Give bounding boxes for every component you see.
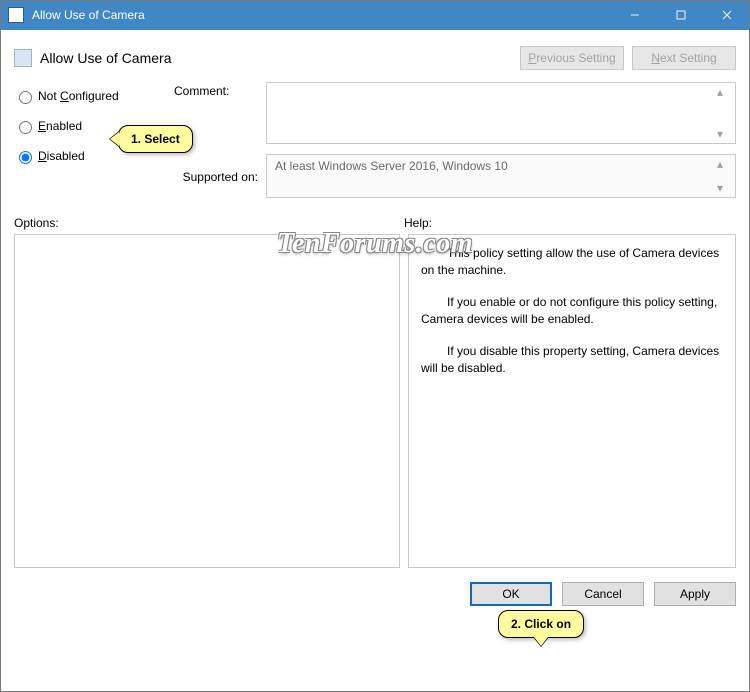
- comment-textarea[interactable]: ▴▾: [266, 82, 736, 144]
- prev-label: revious Setting: [536, 51, 615, 65]
- help-paragraph: If you enable or do not configure this p…: [421, 294, 723, 329]
- help-label: Help:: [404, 216, 432, 230]
- options-pane: [14, 234, 400, 568]
- supported-row: Supported on: At least Windows Server 20…: [174, 154, 736, 198]
- supported-scroll-icons: ▴▾: [717, 155, 733, 197]
- previous-setting-button[interactable]: Previous Setting: [520, 46, 624, 70]
- help-paragraph: If you disable this property setting, Ca…: [421, 343, 723, 378]
- supported-label: Supported on:: [174, 168, 266, 184]
- apply-button[interactable]: Apply: [654, 582, 736, 606]
- radio-not-configured-input[interactable]: [19, 91, 32, 104]
- radio-disabled-label: Disabled: [38, 149, 85, 163]
- maximize-button[interactable]: [658, 0, 704, 30]
- radio-enabled-label: Enabled: [38, 119, 82, 133]
- window-icon: [8, 7, 24, 23]
- minimize-button[interactable]: [612, 0, 658, 30]
- window-buttons: [612, 0, 750, 30]
- next-label: ext Setting: [660, 51, 717, 65]
- supported-on-value: At least Windows Server 2016, Windows 10: [275, 159, 508, 173]
- header-row: Allow Use of Camera Previous Setting Nex…: [0, 30, 750, 76]
- options-label: Options:: [14, 216, 404, 230]
- panes-row: This policy setting allow the use of Cam…: [0, 234, 750, 568]
- dialog-buttons: OK Cancel Apply: [0, 568, 750, 606]
- annotation-step1: 1. Select: [118, 125, 193, 153]
- radio-not-configured[interactable]: Not Configured: [14, 82, 174, 110]
- field-column: Comment: ▴▾ Supported on: At least Windo…: [174, 82, 736, 208]
- next-setting-button[interactable]: Next Setting: [632, 46, 736, 70]
- policy-icon: [14, 49, 32, 67]
- close-button[interactable]: [704, 0, 750, 30]
- panes-header: Options: Help:: [0, 212, 750, 234]
- radio-not-configured-label: Not Configured: [38, 89, 119, 103]
- cancel-button[interactable]: Cancel: [562, 582, 644, 606]
- window-title: Allow Use of Camera: [32, 8, 612, 22]
- title-bar: Allow Use of Camera: [0, 0, 750, 30]
- help-pane: This policy setting allow the use of Cam…: [408, 234, 736, 568]
- supported-on-box: At least Windows Server 2016, Windows 10…: [266, 154, 736, 198]
- page-heading: Allow Use of Camera: [40, 50, 520, 66]
- annotation-step2: 2. Click on: [498, 610, 584, 638]
- nav-buttons: Previous Setting Next Setting: [520, 46, 736, 70]
- comment-scroll-icons: ▴▾: [717, 83, 733, 143]
- help-paragraph: This policy setting allow the use of Cam…: [421, 245, 723, 280]
- comment-row: Comment: ▴▾: [174, 82, 736, 144]
- radio-disabled-input[interactable]: [19, 151, 32, 164]
- radio-enabled-input[interactable]: [19, 121, 32, 134]
- ok-button[interactable]: OK: [470, 582, 552, 606]
